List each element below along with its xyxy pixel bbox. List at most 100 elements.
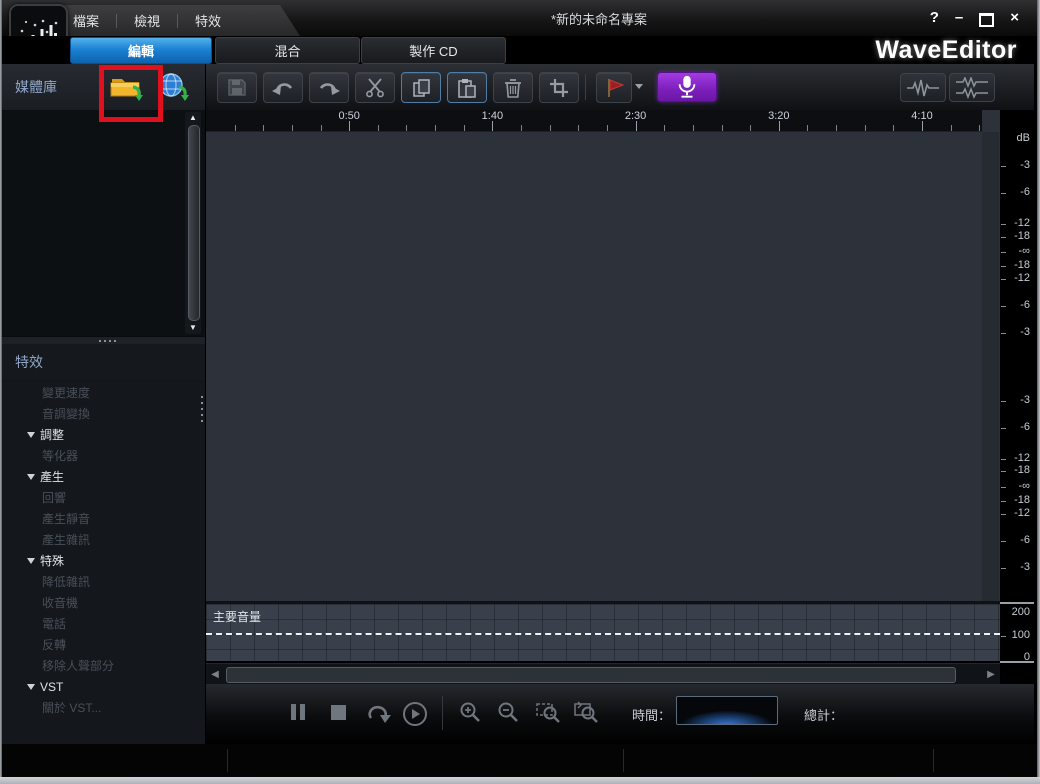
timeline-time-label: 0:50: [338, 110, 359, 122]
marker-button[interactable]: [596, 72, 632, 103]
ruler-tick: [321, 125, 322, 131]
collapse-triangle-icon[interactable]: [27, 558, 35, 564]
timeline-time-label: 1:40: [482, 110, 503, 122]
ruler-tick: [464, 125, 465, 131]
zoom-to-selection-button[interactable]: [536, 701, 561, 724]
crop-button[interactable]: [539, 72, 579, 103]
redo-icon: [318, 79, 340, 96]
scroll-down-icon[interactable]: ▼: [185, 322, 201, 334]
db-scale-label: -12: [1014, 217, 1030, 229]
zoom-to-fit-button[interactable]: [574, 701, 599, 724]
stop-button[interactable]: [331, 705, 346, 720]
effects-item-label: 回響: [42, 489, 66, 506]
waveform-track-area[interactable]: [206, 132, 1000, 601]
web-import-icon: [158, 72, 192, 102]
redo-button[interactable]: [309, 72, 349, 103]
ruler-tick: [550, 125, 551, 131]
menu-view[interactable]: 檢視: [125, 11, 169, 30]
ruler-tick: [521, 125, 522, 131]
collapse-triangle-icon[interactable]: [27, 432, 35, 438]
undo-button[interactable]: [263, 72, 303, 103]
cut-button[interactable]: [355, 72, 395, 103]
marker-dropdown-button[interactable]: [632, 72, 645, 101]
effects-item-row: 回響: [2, 487, 205, 508]
play-selection-button[interactable]: [403, 702, 427, 726]
tab-make-cd[interactable]: 製作 CD: [361, 37, 506, 64]
ruler-tick: [922, 121, 923, 131]
loop-icon: [364, 702, 392, 724]
scale-separator: [1000, 602, 1034, 604]
effects-group-row[interactable]: 產生: [2, 466, 205, 487]
db-scale-label: -12: [1014, 272, 1030, 284]
collapse-triangle-icon[interactable]: [27, 684, 35, 690]
toolbar-separator: [585, 74, 586, 100]
timeline-ruler[interactable]: 0:501:402:303:204:10: [206, 110, 982, 132]
paste-button[interactable]: [447, 72, 487, 103]
db-scale-label: -6: [1020, 534, 1030, 546]
timeline-time-label: 2:30: [625, 110, 646, 122]
media-library-scrollbar[interactable]: ▲ ▼: [185, 112, 201, 334]
db-scale-tick: [1001, 428, 1006, 429]
ruler-tick: [865, 125, 866, 131]
waveform-view-button[interactable]: [900, 73, 946, 102]
record-button[interactable]: [657, 72, 717, 102]
effects-item-row: 反轉: [2, 634, 205, 655]
collapse-triangle-icon[interactable]: [27, 474, 35, 480]
media-library-list[interactable]: ▲ ▼: [2, 110, 205, 336]
track-vertical-scrollbar[interactable]: [982, 132, 999, 601]
ruler-tick: [636, 121, 637, 131]
save-button[interactable]: [217, 72, 257, 103]
ruler-tick: [607, 125, 608, 131]
db-scale-label: -∞: [1018, 480, 1030, 492]
ruler-tick: [693, 125, 694, 131]
ruler-tick: [836, 125, 837, 131]
scroll-right-icon[interactable]: ▶: [982, 664, 1000, 685]
effects-item-row: 產生雜訊: [2, 529, 205, 550]
scroll-up-icon[interactable]: ▲: [185, 112, 201, 124]
copy-button[interactable]: [401, 72, 441, 103]
effects-group-row[interactable]: 調整: [2, 424, 205, 445]
ruler-tick: [435, 125, 436, 131]
ruler-tick: [406, 125, 407, 131]
ruler-tick: [979, 125, 980, 131]
master-volume-track[interactable]: 主要音量: [206, 604, 1000, 661]
loop-playback-button[interactable]: [364, 702, 392, 724]
timeline-scrollbar-thumb[interactable]: [226, 667, 956, 683]
time-display[interactable]: [676, 696, 778, 725]
db-scale-label: -18: [1014, 259, 1030, 271]
volume-envelope-line[interactable]: [206, 633, 1000, 635]
menu-file[interactable]: 檔案: [64, 11, 108, 30]
scrollbar-thumb[interactable]: [188, 125, 200, 321]
timeline-time-label: 3:20: [768, 110, 789, 122]
effects-item-label: 產生雜訊: [42, 531, 90, 548]
sidebar-splitter-grip-icon[interactable]: [201, 396, 203, 422]
effects-panel-header: 特效: [2, 344, 205, 380]
effects-item-label: 音調變換: [42, 405, 90, 422]
tab-edit[interactable]: 編輯: [70, 37, 212, 64]
effects-item-row: 產生靜音: [2, 508, 205, 529]
maximize-button[interactable]: [979, 13, 994, 27]
scroll-left-icon[interactable]: ◀: [206, 664, 224, 685]
pause-button[interactable]: [291, 704, 305, 720]
tab-mix[interactable]: 混合: [215, 37, 360, 64]
timeline-scrollbar[interactable]: ◀ ▶: [206, 663, 1000, 685]
effects-item-row: 變更速度: [2, 382, 205, 403]
db-scale-label: -3: [1020, 561, 1030, 573]
menu-effects[interactable]: 特效: [186, 11, 230, 30]
effects-group-row[interactable]: VST: [2, 676, 205, 697]
effects-group-row[interactable]: 特殊: [2, 550, 205, 571]
db-scale-label: -18: [1014, 230, 1030, 242]
zoom-in-button[interactable]: [459, 701, 482, 724]
multitrack-view-button[interactable]: [949, 73, 995, 102]
db-scale-tick: [1001, 266, 1006, 267]
zoom-out-button[interactable]: [497, 701, 520, 724]
menu-separator: [116, 14, 117, 28]
ruler-tick: [951, 125, 952, 131]
close-button[interactable]: ×: [1010, 8, 1019, 28]
minimize-button[interactable]: –: [955, 8, 963, 28]
cut-scissors-icon: [365, 78, 385, 98]
delete-button[interactable]: [493, 72, 533, 103]
db-scale-label: -3: [1020, 394, 1030, 406]
help-button[interactable]: ?: [930, 8, 939, 28]
db-scale-tick: [1001, 487, 1006, 488]
